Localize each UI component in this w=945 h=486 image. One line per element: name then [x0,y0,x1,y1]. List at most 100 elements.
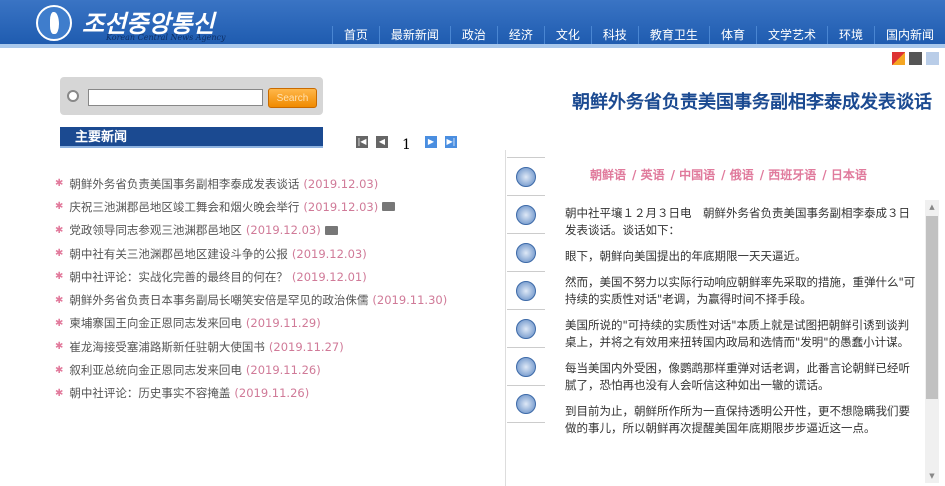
side-tool[interactable] [507,271,545,309]
article-paragraph: 然而，美国不努力以实际行动响应朝鲜率先采取的措施，重弹什么"可持续的实质性对话"… [565,275,916,306]
side-tool[interactable] [507,195,545,233]
article-paragraph: 美国所说的"可持续的实质性对话"本质上就是试图把朝鲜引诱到谈判桌上，并将之有效用… [565,318,910,349]
top-icons [892,52,939,65]
scroll-up-icon[interactable]: ▲ [925,200,939,214]
article-paragraph: 眼下，朝鲜向美国提出的年底期限一天天逼近。 [565,249,807,263]
news-title[interactable]: 朝鲜外务省负责日本事务副局长嘲笑安倍是罕见的政治侏儒 [69,292,368,308]
bullet-icon: ✱ [55,317,64,329]
scrollbar-thumb[interactable] [926,216,938,399]
news-item[interactable]: ✱ 朝鲜外务省负责日本事务副局长嘲笑安倍是罕见的政治侏儒 (2019.11.30) [55,288,447,311]
side-tool[interactable] [507,385,545,423]
news-item[interactable]: ✱ 党政领导同志参观三池渊郡邑地区 (2019.12.03) [55,219,447,242]
section-title: 主要新闻 [60,127,323,148]
news-item[interactable]: ✱ 庆祝三池渊郡邑地区竣工舞会和烟火晚会举行 (2019.12.03) [55,195,447,218]
news-title[interactable]: 庆祝三池渊郡邑地区竣工舞会和烟火晚会举行 [69,199,299,215]
side-tool[interactable] [507,157,545,195]
side-tool[interactable] [507,347,545,385]
audio-icon[interactable] [516,280,536,301]
header: 조선중앙통신 Korean Central News Agency 首页 最新新闻… [0,0,945,48]
current-page: 1 [402,137,411,153]
logo-subtitle: Korean Central News Agency [106,33,226,42]
scroll-top-icon[interactable] [926,52,939,65]
nav-item[interactable]: 科技 [590,26,638,44]
last-page-icon[interactable]: ▶| [444,136,457,148]
language-link[interactable]: 朝鲜语 [590,166,626,183]
email-icon[interactable] [516,356,536,377]
news-title[interactable]: 叙利亚总统向金正恩同志发来回电 [69,362,242,378]
article-title: 朝鲜外务省负责美国事务副相李泰成发表谈话 [572,92,932,113]
news-date: (2019.11.30) [372,293,448,308]
bullet-icon: ✱ [55,224,64,236]
nav-item[interactable]: 国内新闻 [873,26,945,44]
nav-item[interactable]: 文学艺术 [755,26,827,44]
language-link[interactable]: / 英语 [632,166,665,183]
side-tool[interactable] [507,233,545,271]
news-item[interactable]: ✱ 叙利亚总统向金正恩同志发来回电 (2019.11.26) [55,358,447,381]
camera-icon [324,225,338,235]
logo-emblem-icon[interactable] [36,5,72,41]
flag-icon[interactable] [892,52,905,65]
nav-item[interactable]: 环境 [826,26,874,44]
scroll-down-icon[interactable]: ▼ [925,469,939,483]
nav-item[interactable]: 首页 [331,26,379,44]
bullet-icon: ✱ [55,201,64,213]
article-paragraph: 到目前为止，朝鲜所作所为一直保持透明公开性，更不想隐瞒我们要做的事儿，所以朝鲜再… [565,404,910,435]
camera-icon [382,202,396,212]
news-title[interactable]: 朝中社评论：历史事实不容掩盖 [69,385,230,401]
side-toolbar [507,157,545,423]
news-title[interactable]: 党政领导同志参观三池渊郡邑地区 [69,222,242,238]
article-paragraph: 每当美国内外受困，像鹦鹉那样重弹对话老调，此番言论朝鲜已经听腻了，恐怕再也没有人… [565,361,910,392]
news-item[interactable]: ✱ 朝鲜外务省负责美国事务副相李泰成发表谈话 (2019.12.03) [55,172,447,195]
news-title[interactable]: 朝中社评论：实战化完善的最终目的何在？ [69,269,288,285]
dvd-icon[interactable] [909,52,922,65]
search-box: Search [60,77,323,115]
nav-item[interactable]: 政治 [449,26,497,44]
bullet-icon: ✱ [55,248,64,260]
print-icon[interactable] [516,318,536,339]
nav-item[interactable]: 体育 [708,26,756,44]
language-link[interactable]: / 西班牙语 [760,166,817,183]
news-item[interactable]: ✱ 崔龙海接受塞浦路斯新任驻朝大使国书 (2019.11.27) [55,335,447,358]
language-link[interactable]: / 日本语 [822,166,867,183]
first-page-icon[interactable]: |◀ [356,136,368,148]
language-links: 朝鲜语 / 英语 / 中国语 / 俄语 / 西班牙语 / 日本语 [590,166,867,183]
nav-item[interactable]: 最新新闻 [378,26,450,44]
pager: |◀ ◀ 1 ▶ ▶| [356,131,457,153]
divider [505,150,506,486]
news-title[interactable]: 柬埔寨国王向金正恩同志发来回电 [69,315,242,331]
news-date: (2019.11.29) [245,316,321,331]
news-date: (2019.12.03) [303,199,379,214]
language-link[interactable]: / 俄语 [721,166,754,183]
video-icon[interactable] [516,204,536,225]
search-input[interactable] [88,89,263,106]
news-date: (2019.11.26) [234,386,310,401]
scrollbar[interactable]: ▲ ▼ [925,200,939,483]
news-title[interactable]: 朝中社有关三池渊郡邑地区建设斗争的公报 [69,246,288,262]
share-icon[interactable] [516,394,536,414]
search-button[interactable]: Search [268,88,317,108]
prev-page-icon[interactable]: ◀ [376,136,388,148]
bullet-icon: ✱ [55,271,64,283]
news-item[interactable]: ✱ 朝中社评论：实战化完善的最终目的何在？ (2019.12.01) [55,265,447,288]
bullet-icon: ✱ [55,294,64,306]
news-title[interactable]: 崔龙海接受塞浦路斯新任驻朝大使国书 [69,339,265,355]
news-date: (2019.12.01) [291,269,367,284]
nav-item[interactable]: 教育卫生 [637,26,709,44]
nav-item[interactable]: 文化 [543,26,591,44]
news-item[interactable]: ✱ 朝中社有关三池渊郡邑地区建设斗争的公报 (2019.12.03) [55,242,447,265]
news-date: (2019.11.26) [245,363,321,378]
next-page-icon[interactable]: ▶ [424,136,437,148]
news-title[interactable]: 朝鲜外务省负责美国事务副相李泰成发表谈话 [69,176,299,192]
bullet-icon: ✱ [55,387,64,399]
language-link[interactable]: / 中国语 [671,166,716,183]
search-icon [67,90,79,102]
nav-item[interactable]: 经济 [496,26,544,44]
main-nav: 首页 最新新闻 政治 经济 文化 科技 教育卫生 体育 文学艺术 环境 国内新闻 [331,26,945,44]
article-icon[interactable] [516,166,536,187]
news-item[interactable]: ✱ 朝中社评论：历史事实不容掩盖 (2019.11.26) [55,382,447,405]
news-date: (2019.12.03) [291,246,367,261]
side-tool[interactable] [507,309,545,347]
news-date: (2019.11.27) [268,339,344,354]
news-item[interactable]: ✱ 柬埔寨国王向金正恩同志发来回电 (2019.11.29) [55,312,447,335]
photo-icon[interactable] [516,242,536,263]
